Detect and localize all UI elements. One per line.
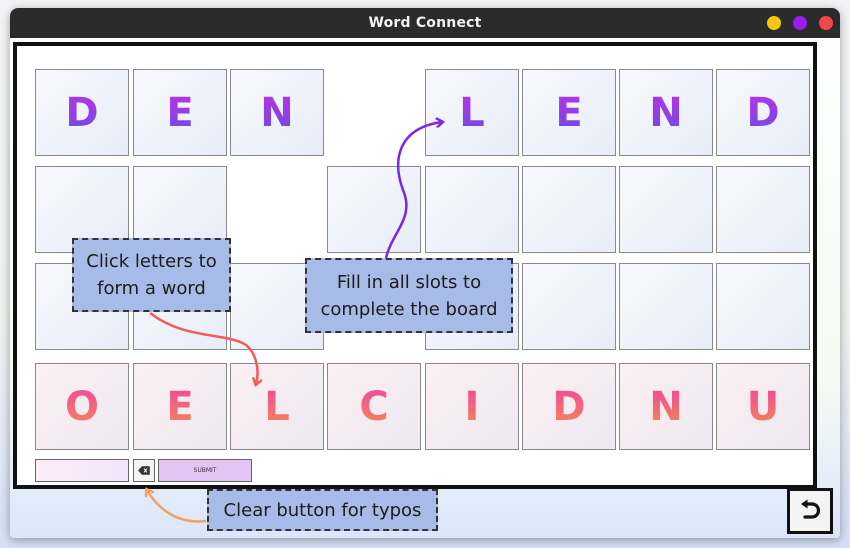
annotation-click-letters: Click letters to form a word <box>72 238 231 312</box>
reset-button[interactable] <box>787 488 833 534</box>
slot-letter: E <box>555 89 583 136</box>
board-slot-empty <box>522 166 616 253</box>
letter-tile-label: O <box>64 383 99 430</box>
slot-letter: D <box>746 89 780 136</box>
board-slot: E <box>522 69 616 156</box>
letter-tile-label: E <box>166 383 194 430</box>
slot-letter: N <box>649 89 683 136</box>
letter-tile-label: N <box>649 383 683 430</box>
slot-letter: E <box>166 89 194 136</box>
letter-tile-button[interactable]: N <box>619 363 713 450</box>
maximize-button[interactable] <box>793 16 807 30</box>
slot-letter: L <box>459 89 485 136</box>
board-slot: N <box>230 69 324 156</box>
minimize-button[interactable] <box>767 16 781 30</box>
slot-letter: D <box>65 89 99 136</box>
window-title: Word Connect <box>368 15 482 31</box>
close-button[interactable] <box>819 16 833 30</box>
board-slot: N <box>619 69 713 156</box>
board-slot: D <box>716 69 810 156</box>
letter-tile-button[interactable]: I <box>425 363 519 450</box>
clear-button[interactable] <box>133 459 155 482</box>
letter-tile-button[interactable]: O <box>35 363 129 450</box>
letter-tile-label: L <box>264 383 290 430</box>
submit-button[interactable]: SUBMIT <box>158 459 252 482</box>
board-slot-empty <box>327 166 421 253</box>
letter-tile-button[interactable]: C <box>327 363 421 450</box>
board-slot-empty <box>716 166 810 253</box>
letter-tile-button[interactable]: E <box>133 363 227 450</box>
title-bar: Word Connect <box>10 8 840 38</box>
letter-tile-button[interactable]: U <box>716 363 810 450</box>
board-slot-empty <box>522 263 616 350</box>
current-word-field[interactable] <box>35 459 129 482</box>
board-slot-empty <box>619 166 713 253</box>
board-slot-empty <box>716 263 810 350</box>
letter-tile-label: C <box>359 383 389 430</box>
annotation-fill-slots: Fill in all slots to complete the board <box>305 258 513 333</box>
letter-tile-label: D <box>552 383 586 430</box>
board-slot: L <box>425 69 519 156</box>
board-slot-empty <box>619 263 713 350</box>
annotation-clear-button: Clear button for typos <box>207 489 438 531</box>
letter-tile-label: U <box>746 383 780 430</box>
undo-icon <box>801 499 821 519</box>
board-slot-empty <box>425 166 519 253</box>
letter-tile-button[interactable]: D <box>522 363 616 450</box>
backspace-icon <box>138 466 150 475</box>
letter-tile-button[interactable]: L <box>230 363 324 450</box>
letter-tile-label: I <box>464 383 480 430</box>
board-slot: E <box>133 69 227 156</box>
slot-letter: N <box>260 89 294 136</box>
board-slot: D <box>35 69 129 156</box>
